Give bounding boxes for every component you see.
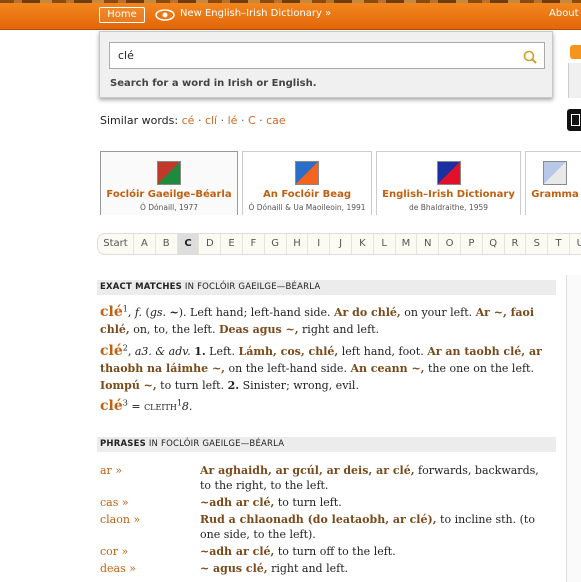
similar-word[interactable]: C bbox=[248, 114, 256, 127]
dict-name: English–Irish Dictionary bbox=[382, 189, 515, 200]
phrase-link[interactable]: cor » bbox=[100, 544, 128, 559]
similar-word[interactable]: cae bbox=[266, 114, 286, 127]
alphabet-bar: Start A B C D E F G H I J K L M N O P Q … bbox=[97, 233, 581, 255]
search-panel: Search for a word in Irish or English. bbox=[99, 31, 553, 98]
tab-english-irish[interactable]: English–Irish Dictionary de Bhaldraithe,… bbox=[376, 151, 521, 215]
phrase-link[interactable]: claon » bbox=[100, 512, 140, 527]
alphabet-letter[interactable]: A bbox=[134, 234, 156, 254]
alphabet-letter[interactable]: D bbox=[199, 234, 222, 254]
alphabet-letter[interactable]: N bbox=[417, 234, 440, 254]
headword: clé bbox=[100, 343, 123, 359]
alphabet-start[interactable]: Start bbox=[98, 234, 134, 254]
alphabet-letter[interactable]: G bbox=[265, 234, 287, 254]
alphabet-letter[interactable]: J bbox=[330, 234, 352, 254]
search-icon[interactable] bbox=[522, 49, 538, 65]
side-speaker-icon[interactable] bbox=[570, 45, 581, 59]
flag-icon bbox=[436, 161, 461, 185]
similar-word[interactable]: lé bbox=[228, 114, 238, 127]
alphabet-letter[interactable]: H bbox=[287, 234, 309, 254]
similar-label: Similar words: bbox=[100, 114, 179, 127]
headword: clé bbox=[100, 398, 123, 414]
alphabet-letter[interactable]: K bbox=[352, 234, 374, 254]
alphabet-letter[interactable]: F bbox=[243, 234, 265, 254]
flag-icon bbox=[157, 161, 181, 185]
entry-cle-3: clé3 = cleith18. bbox=[100, 398, 193, 414]
alphabet-letter[interactable]: S bbox=[526, 234, 549, 254]
similar-word[interactable]: cé bbox=[182, 114, 195, 127]
similar-words: Similar words: cé · clí · lé · C · cae bbox=[100, 114, 286, 127]
dict-source: Ó Dónaill & Ua Maoileoin, 1991 bbox=[248, 203, 366, 212]
phrase-link[interactable]: deas » bbox=[100, 561, 136, 576]
dict-name: An Foclóir Beag bbox=[262, 189, 351, 200]
phrases-heading: PHRASES IN FOCLÓIR GAEILGE—BÉARLA bbox=[97, 437, 556, 452]
side-mobile-icon[interactable] bbox=[567, 109, 581, 131]
flag-icon bbox=[295, 161, 319, 185]
dict-source: de Bhaldraithe, 1959 bbox=[408, 203, 489, 212]
phrase-def: Ar aghaidh, ar gcúl, ar deis, ar clé, fo… bbox=[200, 464, 539, 492]
alphabet-letter[interactable]: I bbox=[308, 234, 331, 254]
alphabet-letter[interactable]: L bbox=[374, 234, 396, 254]
phrase-def: ~adh ar clé, to turn off to the left. bbox=[200, 545, 396, 558]
dict-name: Gramma bbox=[531, 189, 579, 200]
home-button[interactable]: Home bbox=[99, 7, 145, 23]
phrase-def: Rud a chlaonadh (do leataobh, ar clé), t… bbox=[200, 513, 535, 541]
alphabet-letter[interactable]: T bbox=[548, 234, 570, 254]
phrase-def: ~adh ar clé, to turn left. bbox=[200, 496, 342, 509]
alphabet-letter[interactable]: U bbox=[570, 234, 581, 254]
entry-cle-1: clé1, f. (gs. ~). Left hand; left-hand s… bbox=[100, 304, 535, 336]
top-bar: Home New English–Irish Dictionary » Abou… bbox=[0, 0, 581, 30]
phrase-def: ~ agus clé, right and left. bbox=[200, 562, 349, 575]
phrase-link[interactable]: ar » bbox=[100, 463, 122, 478]
dict-name: Foclóir Gaeilge–Béarla bbox=[106, 189, 232, 200]
right-rail bbox=[566, 275, 581, 582]
about-link[interactable]: About bbox=[549, 8, 579, 19]
alphabet-letter-selected[interactable]: C bbox=[177, 234, 200, 254]
similar-word[interactable]: clí bbox=[205, 114, 217, 127]
search-input[interactable] bbox=[109, 42, 545, 69]
headword: clé bbox=[100, 304, 123, 320]
alphabet-letter[interactable]: R bbox=[505, 234, 527, 254]
alphabet-letter[interactable]: O bbox=[439, 234, 461, 254]
decorative-strip bbox=[0, 0, 581, 3]
entry-cle-2: clé2, a3. & adv. 1. Left. Lámh, cos, chl… bbox=[100, 343, 542, 392]
side-panel bbox=[568, 63, 581, 98]
search-hint: Search for a word in Irish or English. bbox=[110, 78, 317, 89]
alphabet-letter[interactable]: B bbox=[156, 234, 178, 254]
phrase-link[interactable]: cas » bbox=[100, 495, 129, 510]
exact-matches-heading: EXACT MATCHES IN FOCLÓIR GAEILGE—BÉARLA bbox=[97, 280, 556, 295]
tab-grammar[interactable]: Gramma bbox=[525, 151, 581, 215]
tab-focloir-gaeilge-bearla[interactable]: Foclóir Gaeilge–Béarla Ó Dónaill, 1977 bbox=[100, 151, 238, 215]
dict-source: Ó Dónaill, 1977 bbox=[139, 203, 199, 212]
alphabet-letter[interactable]: P bbox=[461, 234, 483, 254]
alphabet-letter[interactable]: M bbox=[396, 234, 418, 254]
eye-icon bbox=[155, 9, 175, 21]
wrench-icon bbox=[543, 161, 567, 185]
alphabet-letter[interactable]: E bbox=[221, 234, 243, 254]
tab-an-focloir-beag[interactable]: An Foclóir Beag Ó Dónaill & Ua Maoileoin… bbox=[242, 151, 372, 215]
alphabet-letter[interactable]: Q bbox=[483, 234, 505, 254]
breadcrumb-link[interactable]: New English–Irish Dictionary » bbox=[180, 8, 331, 19]
